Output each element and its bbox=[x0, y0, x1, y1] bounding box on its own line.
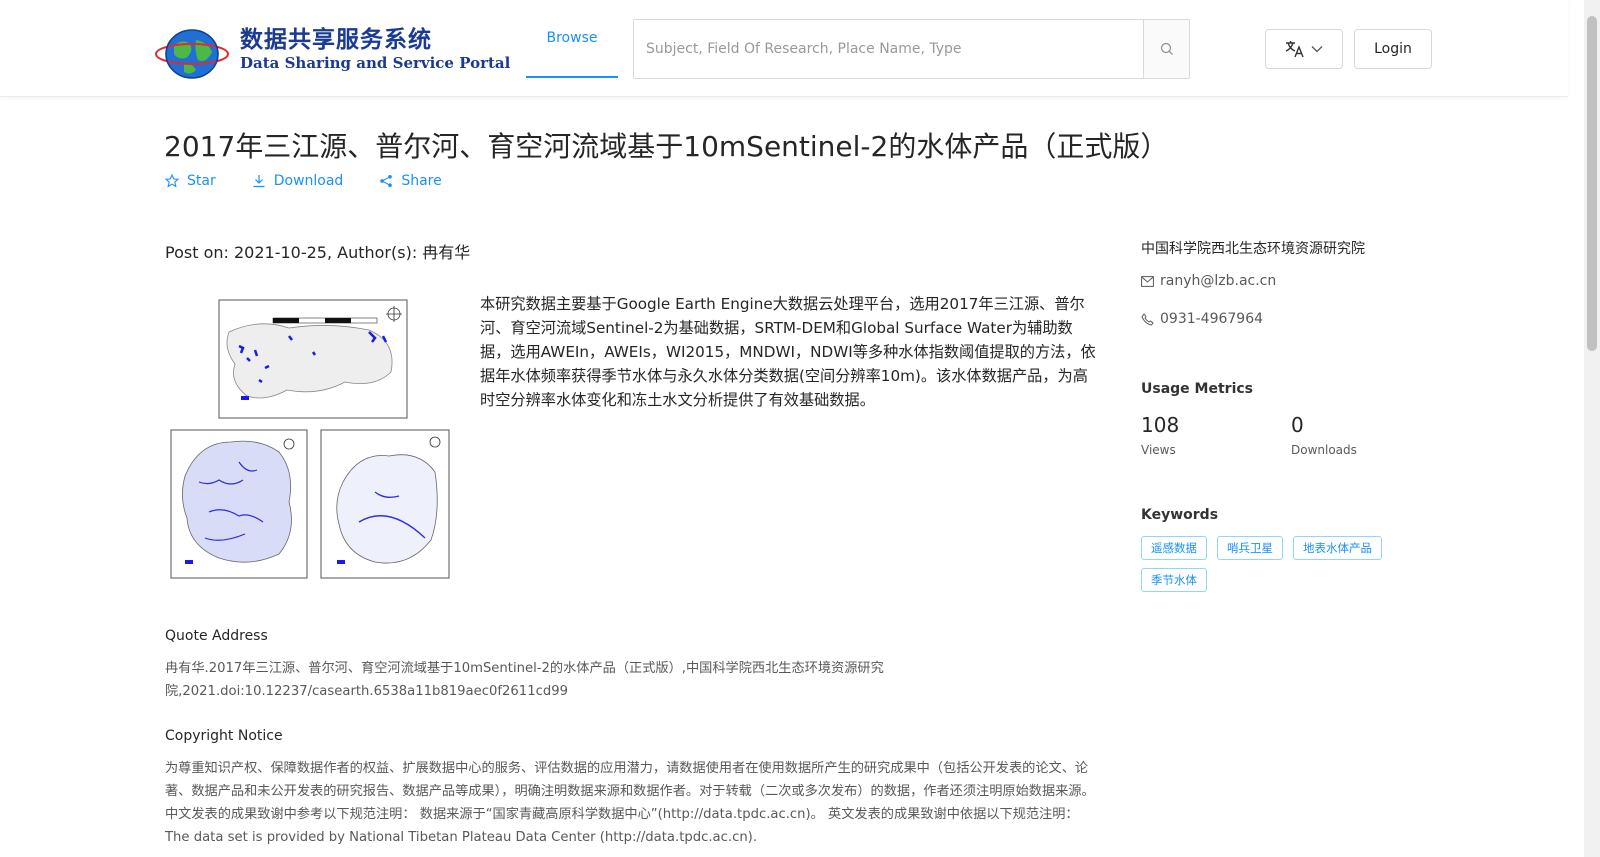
logo-english-text: Data Sharing and Service Portal bbox=[240, 54, 511, 72]
page-scrollbar[interactable] bbox=[1584, 0, 1600, 857]
login-button[interactable]: Login bbox=[1354, 29, 1432, 69]
mail-icon bbox=[1141, 275, 1154, 287]
download-label: Download bbox=[273, 173, 344, 189]
quote-address-text: 冉有华.2017年三江源、普尔河、育空河流域基于10mSentinel-2的水体… bbox=[165, 661, 884, 699]
search-icon bbox=[1160, 42, 1173, 55]
logo-chinese-text: 数据共享服务系统 bbox=[240, 27, 432, 53]
copyright-text: 为尊重知识产权、保障数据作者的权益、扩展数据中心的服务、评估数据的应用潜力，请数… bbox=[165, 761, 1095, 845]
post-info: Post on: 2021-10-25, Author(s): 冉有华 bbox=[165, 243, 471, 262]
downloads-label: Downloads bbox=[1291, 443, 1357, 457]
keywords-heading: Keywords bbox=[1141, 507, 1219, 523]
usage-metrics-heading: Usage Metrics bbox=[1141, 381, 1253, 397]
contact-phone[interactable]: 0931-4967964 bbox=[1141, 311, 1263, 327]
copyright-heading: Copyright Notice bbox=[165, 728, 283, 744]
star-label: Star bbox=[187, 173, 216, 189]
search-button[interactable] bbox=[1143, 20, 1189, 78]
dataset-title: 2017年三江源、普尔河、育空河流域基于10mSentinel-2的水体产品（正… bbox=[164, 130, 1169, 163]
email-text: ranyh@lzb.ac.cn bbox=[1160, 273, 1277, 289]
keyword-tag[interactable]: 季节水体 bbox=[1141, 568, 1207, 592]
chevron-down-icon bbox=[1311, 46, 1323, 53]
downloads-count: 0 bbox=[1291, 413, 1304, 437]
keyword-tag[interactable]: 哨兵卫星 bbox=[1217, 536, 1283, 560]
dataset-description: 本研究数据主要基于Google Earth Engine大数据云处理平台，选用2… bbox=[480, 295, 1096, 409]
phone-text: 0931-4967964 bbox=[1160, 311, 1264, 327]
download-icon bbox=[253, 175, 265, 188]
search-bar bbox=[633, 19, 1190, 79]
star-button[interactable]: Star bbox=[165, 173, 216, 189]
views-label: Views bbox=[1141, 443, 1176, 457]
nav-browse-tab[interactable]: Browse bbox=[526, 0, 618, 78]
scrollbar-thumb[interactable] bbox=[1587, 16, 1597, 351]
translate-icon bbox=[1285, 41, 1304, 58]
dataset-preview-image[interactable] bbox=[169, 292, 465, 586]
dataset-actions: Star Download Share bbox=[165, 173, 478, 189]
share-icon bbox=[380, 175, 393, 187]
star-icon bbox=[165, 174, 179, 188]
contact-email[interactable]: ranyh@lzb.ac.cn bbox=[1141, 273, 1276, 289]
share-button[interactable]: Share bbox=[379, 173, 442, 189]
site-logo[interactable]: 数据共享服务系统 Data Sharing and Service Portal bbox=[154, 18, 510, 80]
language-switch-button[interactable] bbox=[1265, 29, 1343, 69]
keyword-tag[interactable]: 遥感数据 bbox=[1141, 536, 1207, 560]
keyword-tag[interactable]: 地表水体产品 bbox=[1293, 536, 1382, 560]
download-button[interactable]: Download bbox=[252, 173, 344, 189]
views-count: 108 bbox=[1141, 413, 1180, 437]
globe-logo-icon bbox=[155, 29, 229, 79]
search-input[interactable] bbox=[634, 20, 1143, 78]
top-header: 数据共享服务系统 Data Sharing and Service Portal… bbox=[0, 0, 1568, 97]
phone-icon bbox=[1141, 312, 1154, 326]
share-label: Share bbox=[401, 173, 442, 189]
quote-address-heading: Quote Address bbox=[165, 628, 268, 644]
institution-name: 中国科学院西北生态环境资源研究院 bbox=[1141, 241, 1365, 257]
